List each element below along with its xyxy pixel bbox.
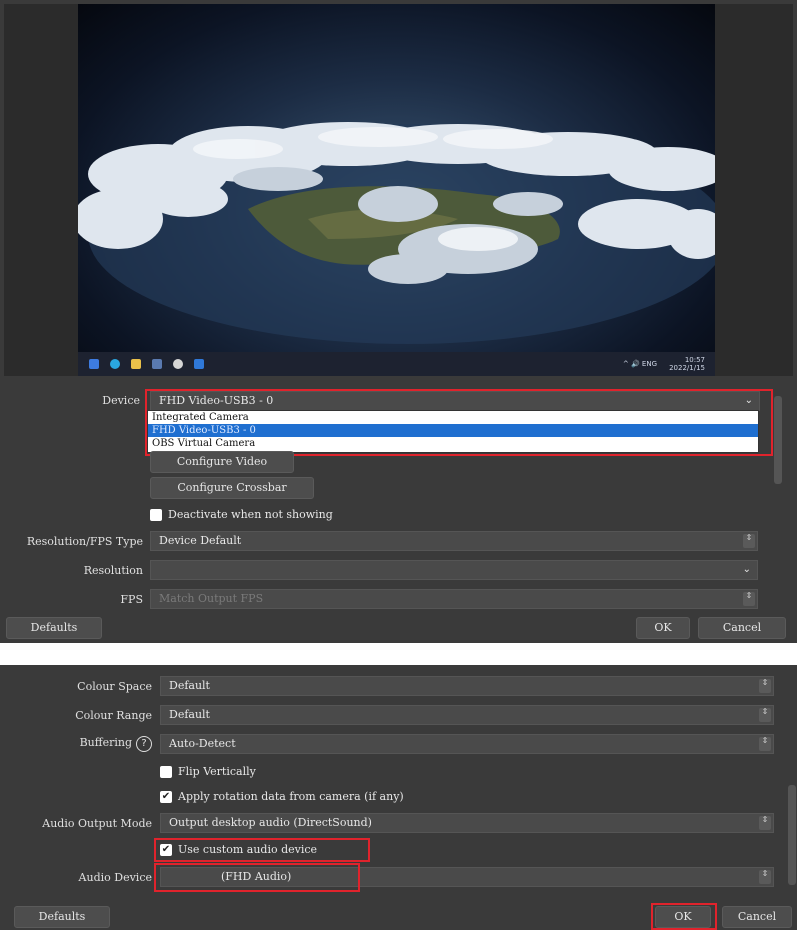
configure-crossbar-button[interactable]: Configure Crossbar [150, 477, 314, 499]
scrollbar[interactable] [788, 785, 796, 885]
colour-range-value: Default [169, 708, 210, 721]
spin-icon: ⇕ [759, 708, 771, 722]
defaults-button[interactable]: Defaults [14, 906, 110, 928]
preview-area: ^ 🔊 ENG 10:57 2022/1/15 [4, 4, 793, 376]
start-icon[interactable] [89, 359, 99, 369]
help-icon[interactable]: ? [136, 736, 152, 752]
resolution-fps-type-label: Resolution/FPS Type [26, 535, 143, 548]
device-option-integrated-camera[interactable]: Integrated Camera [148, 411, 758, 424]
device-select-value: FHD Video-USB3 - 0 [159, 394, 274, 407]
properties-dialog-top: ^ 🔊 ENG 10:57 2022/1/15 Device FHD Video… [0, 0, 797, 643]
settings-icon[interactable] [173, 359, 183, 369]
properties-dialog-bottom: Colour Space Default ⇕ Colour Range Defa… [0, 665, 797, 930]
fps-label: FPS [120, 593, 143, 606]
resolution-fps-type-select[interactable]: Device Default ⇕ [150, 531, 758, 551]
cancel-button[interactable]: Cancel [698, 617, 786, 639]
aerial-island-image [78, 122, 715, 344]
spin-icon: ⇕ [759, 737, 771, 751]
flip-vertically-label: Flip Vertically [178, 765, 256, 778]
ok-button[interactable]: OK [636, 617, 690, 639]
resolution-select[interactable]: ⌄ [150, 560, 758, 580]
cancel-button[interactable]: Cancel [722, 906, 792, 928]
fps-select[interactable]: Match Output FPS ⇕ [150, 589, 758, 609]
check-icon: ✔ [161, 844, 171, 855]
file-explorer-icon[interactable] [131, 359, 141, 369]
apply-rotation-label: Apply rotation data from camera (if any) [178, 790, 404, 803]
clock-date: 2022/1/15 [669, 364, 705, 372]
device-select[interactable]: FHD Video-USB3 - 0 ⌄ [150, 391, 760, 411]
colour-space-value: Default [169, 679, 210, 692]
buffering-value: Auto-Detect [169, 737, 236, 750]
audio-device-value: (FHD Audio) [221, 870, 292, 883]
configure-video-button[interactable]: Configure Video [150, 451, 294, 473]
resolution-label: Resolution [83, 564, 143, 577]
audio-output-mode-value: Output desktop audio (DirectSound) [169, 816, 372, 829]
audio-device-label: Audio Device [78, 871, 152, 884]
clock: 10:57 2022/1/15 [669, 356, 705, 372]
chevron-down-icon: ⌄ [744, 395, 753, 406]
chevron-down-icon: ⌄ [742, 564, 751, 575]
check-icon: ✔ [161, 791, 171, 802]
defaults-button[interactable]: Defaults [6, 617, 102, 639]
obs-icon[interactable] [194, 359, 204, 369]
spin-icon: ⇕ [759, 870, 771, 884]
device-label: Device [102, 394, 140, 407]
video-preview: ^ 🔊 ENG 10:57 2022/1/15 [78, 4, 715, 376]
buffering-label-group: Buffering? [0, 736, 152, 752]
use-custom-audio-checkbox[interactable]: ✔ [160, 844, 172, 856]
spin-icon: ⇕ [759, 816, 771, 830]
buffering-select[interactable]: Auto-Detect ⇕ [160, 734, 774, 754]
audio-device-select[interactable]: (FHD Audio) ⇕ [160, 867, 774, 887]
deactivate-label: Deactivate when not showing [168, 508, 333, 521]
spin-icon: ⇕ [743, 534, 755, 548]
audio-output-mode-select[interactable]: Output desktop audio (DirectSound) ⇕ [160, 813, 774, 833]
flip-vertically-checkbox[interactable] [160, 766, 172, 778]
device-option-fhd-video[interactable]: FHD Video-USB3 - 0 [148, 424, 758, 437]
spin-icon: ⇕ [743, 592, 755, 606]
colour-range-select[interactable]: Default ⇕ [160, 705, 774, 725]
buffering-label: Buffering [79, 736, 132, 749]
device-option-obs-virtual-camera[interactable]: OBS Virtual Camera [148, 437, 758, 450]
deactivate-checkbox[interactable] [150, 509, 162, 521]
device-dropdown-list[interactable]: Integrated Camera FHD Video-USB3 - 0 OBS… [147, 410, 759, 453]
clock-time: 10:57 [684, 356, 705, 364]
audio-output-mode-label: Audio Output Mode [42, 817, 152, 830]
apply-rotation-checkbox[interactable]: ✔ [160, 791, 172, 803]
ok-button[interactable]: OK [655, 906, 711, 928]
colour-space-label: Colour Space [77, 680, 152, 693]
spin-icon: ⇕ [759, 679, 771, 693]
colour-space-select[interactable]: Default ⇕ [160, 676, 774, 696]
colour-range-label: Colour Range [75, 709, 152, 722]
store-icon[interactable] [152, 359, 162, 369]
use-custom-audio-label: Use custom audio device [178, 843, 318, 856]
edge-icon[interactable] [110, 359, 120, 369]
system-tray[interactable]: ^ 🔊 ENG [623, 360, 657, 368]
scrollbar[interactable] [774, 396, 782, 484]
windows-taskbar: ^ 🔊 ENG 10:57 2022/1/15 [78, 352, 715, 376]
fps-value: Match Output FPS [159, 592, 264, 605]
resolution-fps-type-value: Device Default [159, 534, 242, 547]
